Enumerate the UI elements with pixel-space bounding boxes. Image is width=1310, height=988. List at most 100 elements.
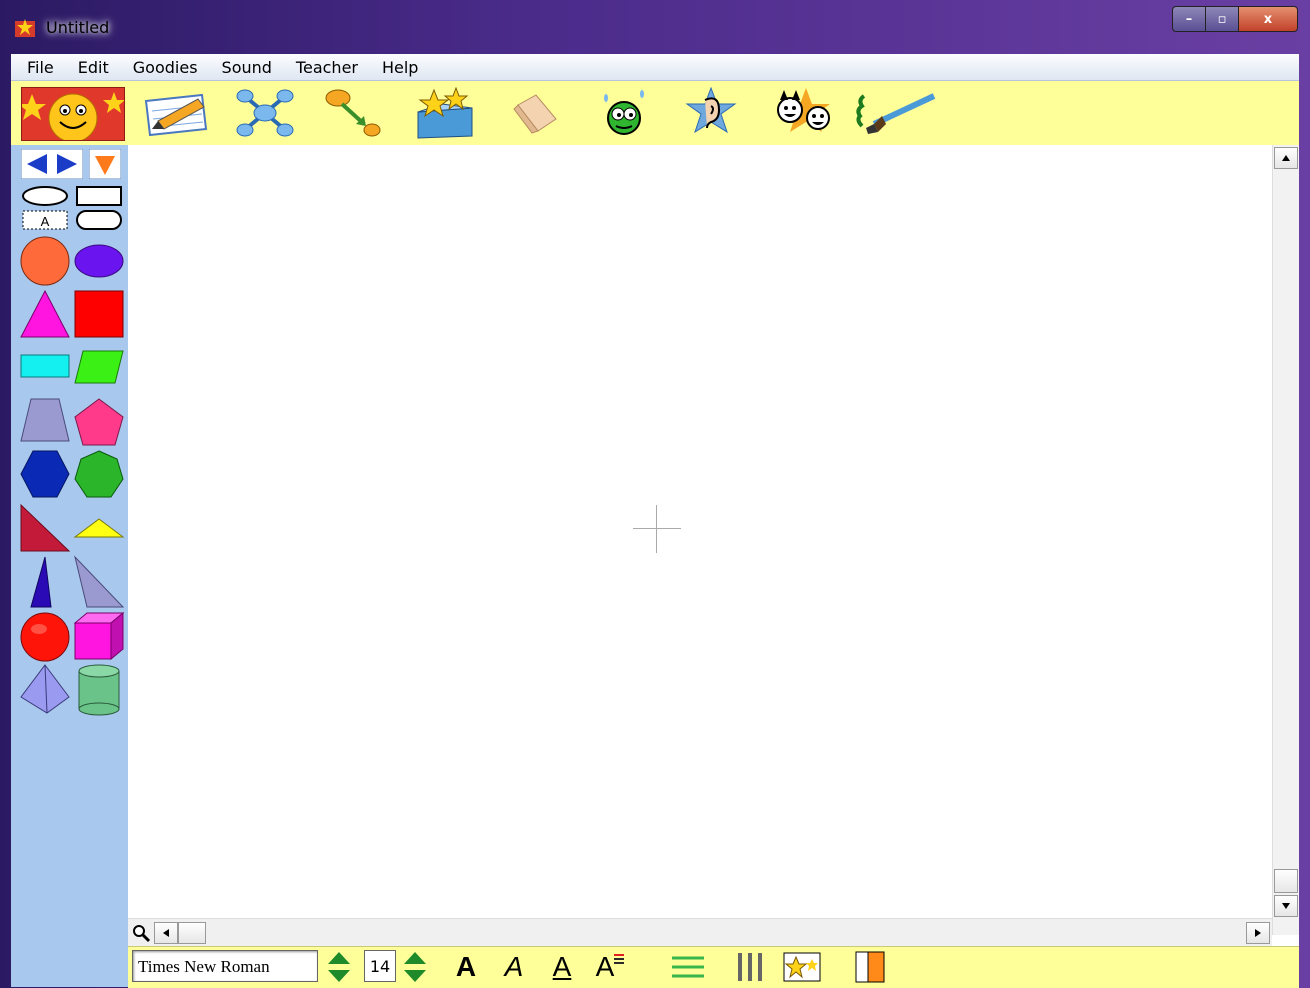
trapezoid-shape[interactable]	[19, 397, 71, 443]
paintbrush-icon	[856, 93, 936, 134]
menu-help[interactable]: Help	[368, 58, 428, 77]
font-size-field[interactable]: 14	[364, 950, 396, 982]
goodies-box-button[interactable]	[411, 85, 479, 141]
link-arrow-icon	[325, 89, 381, 137]
diagram-tool-button[interactable]	[233, 85, 297, 141]
color-bars-icon	[614, 954, 625, 964]
italic-button[interactable]: A	[498, 949, 530, 985]
eraser-tool-button[interactable]	[505, 85, 565, 141]
characters-tool-button[interactable]	[765, 85, 837, 141]
font-size-stepper[interactable]	[402, 949, 428, 985]
text-color-glyph: A	[595, 951, 615, 982]
scalene-triangle-shape[interactable]	[73, 555, 125, 609]
zoom-icon[interactable]	[131, 923, 151, 943]
faces-star-icon	[777, 88, 830, 132]
rectangle-outline-shape[interactable]	[75, 185, 123, 207]
parallelogram-shape[interactable]	[73, 349, 125, 385]
arrow-up-icon	[1282, 155, 1290, 161]
close-icon: x	[1263, 11, 1273, 27]
pentagon-shape[interactable]	[73, 397, 125, 447]
palette-menu-button[interactable]	[89, 149, 121, 179]
horizontal-scrollbar[interactable]	[128, 918, 1272, 947]
bug-tool-button[interactable]	[595, 85, 651, 141]
h-scroll-thumb[interactable]	[178, 922, 206, 944]
text-color-button[interactable]: A	[590, 949, 630, 985]
eraser-icon	[513, 94, 557, 134]
right-triangle-shape[interactable]	[19, 503, 71, 553]
drawing-canvas[interactable]	[128, 145, 1272, 918]
font-prev-button[interactable]	[326, 949, 352, 985]
mascot-panel[interactable]	[11, 81, 128, 145]
menu-bar: File Edit Goodies Sound Teacher Help	[11, 54, 1299, 81]
title-bar[interactable]: Untitled – ▫ x	[0, 0, 1310, 54]
app-window: Untitled – ▫ x File Edit Goodies Sound T…	[0, 0, 1310, 988]
scroll-left-button[interactable]	[154, 922, 178, 944]
circle-shape[interactable]	[19, 235, 71, 287]
triangle-shape[interactable]	[19, 289, 71, 339]
fill-color-button[interactable]	[852, 949, 888, 985]
scroll-up-button[interactable]	[1274, 147, 1298, 169]
window-controls: – ▫ x	[1172, 6, 1298, 32]
star-box-icon	[417, 86, 473, 139]
cylinder-shape[interactable]	[77, 663, 121, 717]
menu-teacher[interactable]: Teacher	[282, 58, 368, 77]
ear-star-icon	[685, 86, 737, 134]
square-shape[interactable]	[73, 289, 125, 339]
rectangle-shape[interactable]	[19, 351, 71, 381]
maximize-button[interactable]: ▫	[1205, 6, 1238, 32]
bold-button[interactable]: A	[450, 949, 482, 985]
rounded-rect-shape[interactable]	[75, 209, 123, 231]
menu-file[interactable]: File	[11, 58, 64, 77]
minimize-button[interactable]: –	[1172, 6, 1205, 32]
window-title: Untitled	[46, 18, 110, 37]
maximize-icon: ▫	[1217, 11, 1227, 27]
up-down-arrows-icon	[404, 952, 426, 982]
link-tool-button[interactable]	[321, 85, 385, 141]
arrow-right-small-icon	[1255, 929, 1261, 937]
scroll-thumb[interactable]	[1274, 869, 1298, 893]
pencil-paper-icon	[144, 93, 208, 137]
nav-arrows[interactable]	[21, 149, 83, 179]
app-icon	[15, 19, 35, 37]
lines-icon	[672, 956, 704, 978]
vertical-scrollbar[interactable]	[1272, 145, 1299, 935]
text-toolbar: Times New Roman 14 A A A A	[128, 946, 1299, 988]
oval-outline-shape[interactable]	[21, 185, 69, 207]
heptagon-shape[interactable]	[73, 449, 125, 499]
columns-button[interactable]	[734, 949, 766, 985]
arrow-left-small-icon	[163, 929, 169, 937]
close-button[interactable]: x	[1238, 6, 1298, 32]
sound-tool-button[interactable]	[683, 85, 739, 141]
line-spacing-button[interactable]	[668, 949, 708, 985]
writing-tool-button[interactable]	[139, 85, 211, 141]
bug-face-icon	[604, 90, 644, 135]
pyramid-shape[interactable]	[19, 663, 71, 715]
minimize-icon: –	[1185, 11, 1193, 27]
svg-text:A: A	[41, 214, 50, 229]
picture-frame-button[interactable]	[780, 949, 824, 985]
menu-goodies[interactable]: Goodies	[119, 58, 208, 77]
columns-icon	[738, 953, 762, 981]
shape-palette: A	[11, 145, 128, 987]
scroll-right-button[interactable]	[1246, 922, 1270, 944]
star-frame-icon	[783, 952, 821, 982]
sphere-shape[interactable]	[19, 611, 71, 663]
menu-sound[interactable]: Sound	[208, 58, 282, 77]
hexagon-shape[interactable]	[19, 449, 71, 499]
paint-tool-button[interactable]	[851, 85, 941, 141]
ellipse-shape[interactable]	[73, 241, 125, 281]
cube-shape[interactable]	[73, 611, 125, 661]
font-name-field[interactable]: Times New Roman	[132, 950, 318, 982]
cursor-crosshair-h	[633, 528, 681, 529]
cursor-crosshair-v	[656, 505, 657, 553]
main-toolbar	[11, 81, 1299, 146]
scroll-down-button[interactable]	[1274, 895, 1298, 917]
client-area: A Times New Roman 14 A A A A	[11, 81, 1299, 988]
underline-button[interactable]: A	[546, 949, 578, 985]
arrow-down-icon	[1282, 903, 1290, 909]
obtuse-triangle-shape[interactable]	[73, 517, 125, 539]
menu-edit[interactable]: Edit	[64, 58, 119, 77]
acute-triangle-shape[interactable]	[27, 555, 55, 609]
text-box-shape[interactable]: A	[21, 209, 69, 231]
up-down-arrows-icon	[328, 952, 350, 982]
